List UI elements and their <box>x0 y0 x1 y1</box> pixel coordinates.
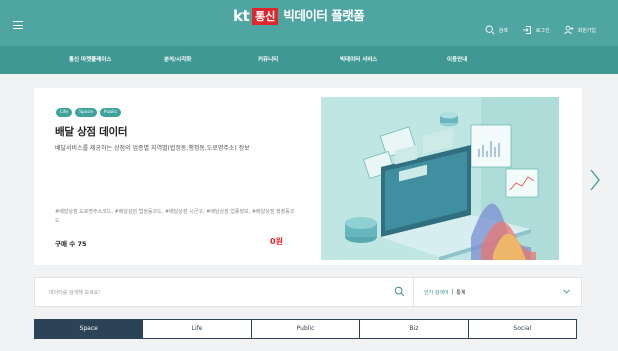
user-add-icon <box>563 25 574 35</box>
nav-item-bigdata-service[interactable]: 빅데이터 서비스 <box>340 46 377 74</box>
chip-space[interactable]: Space <box>75 108 97 117</box>
signup-link-label: 회원가입 <box>577 27 596 34</box>
login-link[interactable]: 로그인 <box>522 25 550 35</box>
logo-badge: 통신 <box>252 7 279 25</box>
site-logo[interactable]: kt 통신 빅데이터 플랫폼 <box>233 6 365 26</box>
nav-item-analysis[interactable]: 분석/시각화 <box>164 46 191 74</box>
popular-keyword-select[interactable]: 인기 검색어 | 통계 <box>424 289 465 296</box>
chevron-down-icon[interactable] <box>563 289 570 294</box>
category-chips: Life Space Public <box>56 108 122 117</box>
login-link-label: 로그인 <box>535 27 550 34</box>
tab-social[interactable]: Social <box>469 320 576 338</box>
search-icon <box>485 25 495 35</box>
search-icon[interactable] <box>394 286 405 297</box>
tab-space[interactable]: Space <box>35 320 144 338</box>
top-header: kt 통신 빅데이터 플랫폼 검색 로그인 회원가입 <box>0 0 618 46</box>
menu-icon[interactable] <box>13 21 23 29</box>
tab-life[interactable]: Life <box>143 320 252 338</box>
search-link[interactable]: 검색 <box>485 25 508 35</box>
logo-title: 빅데이터 플랫폼 <box>283 8 365 23</box>
popular-label: 인기 검색어 <box>424 290 449 296</box>
price: 0원 <box>270 237 283 246</box>
card-description: 배달서비스를 제공하는 상점의 업종별 지역별(법정동,행정동,도로명주소) 정… <box>55 145 250 152</box>
card-tags: #배달상점 도로명주소코드, #배달상점 법정동코드, #배달상점 시군구, #… <box>55 209 295 224</box>
purchase-count: 구매 수 75 <box>55 240 87 248</box>
search-input[interactable]: 데이터를 검색해 보세요! <box>49 289 100 296</box>
featured-data-card[interactable]: Life Space Public 배달 상점 데이터 배달서비스를 제공하는 … <box>34 88 582 265</box>
tab-public[interactable]: Public <box>252 320 361 338</box>
nav-item-marketplace[interactable]: 통신 마켓플레이스 <box>69 46 111 74</box>
login-icon <box>522 26 531 34</box>
popular-separator: | <box>451 289 454 295</box>
search-divider <box>413 278 414 306</box>
search-link-label: 검색 <box>498 27 508 34</box>
category-tabs: Space Life Public Biz Social <box>34 319 577 339</box>
nav-item-guide[interactable]: 이용안내 <box>447 46 467 74</box>
search-bar: 데이터를 검색해 보세요! 인기 검색어 | 통계 <box>34 277 582 307</box>
main-nav: 통신 마켓플레이스 분석/시각화 커뮤니티 빅데이터 서비스 이용안내 <box>0 46 618 74</box>
carousel-next-arrow[interactable] <box>589 168 601 192</box>
card-title: 배달 상점 데이터 <box>55 126 128 138</box>
chip-life[interactable]: Life <box>56 108 73 117</box>
chip-public[interactable]: Public <box>99 108 122 117</box>
nav-item-community[interactable]: 커뮤니티 <box>258 46 278 74</box>
signup-link[interactable]: 회원가입 <box>563 25 596 35</box>
tab-biz[interactable]: Biz <box>360 320 469 338</box>
laptop-data-illustration <box>321 97 559 260</box>
logo-kt: kt <box>233 7 250 25</box>
popular-value: 통계 <box>456 290 466 296</box>
header-actions: 검색 로그인 회원가입 <box>485 25 596 35</box>
